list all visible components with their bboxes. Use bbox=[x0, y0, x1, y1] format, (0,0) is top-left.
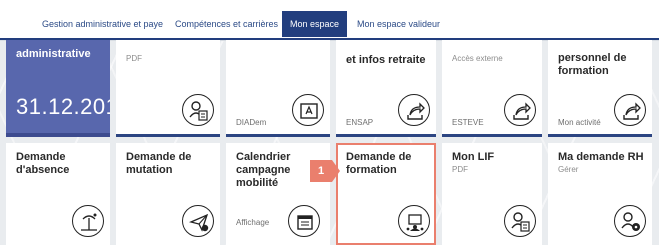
tile-footer: DIADem bbox=[236, 118, 267, 127]
tile-date: 31.12.2016 bbox=[16, 94, 110, 119]
tab-competences-carrieres[interactable]: Compétences et carrières bbox=[167, 11, 286, 37]
paper-plane-icon bbox=[182, 205, 214, 237]
top-navigation: Gestion administrative et paye Compétenc… bbox=[0, 0, 659, 41]
tile-title: personnel de formation bbox=[558, 52, 627, 77]
tile-title: Demande de formation bbox=[346, 151, 412, 176]
tile-subtitle: Gérer bbox=[558, 165, 579, 174]
tile-footer: ESTEVE bbox=[452, 118, 484, 127]
training-icon bbox=[398, 205, 430, 237]
tile-footer: Affichage bbox=[236, 218, 270, 227]
external-share-icon bbox=[504, 94, 536, 126]
tile-demande-formation[interactable]: Demande de formation bbox=[336, 143, 436, 245]
external-share-icon bbox=[614, 94, 646, 126]
tile-title: Demande d'absence bbox=[16, 151, 70, 176]
user-document-icon bbox=[504, 205, 536, 237]
callout-arrow bbox=[332, 160, 340, 182]
tile-subtitle: PDF bbox=[126, 54, 142, 63]
tile-diadem[interactable]: DIADem bbox=[226, 40, 330, 137]
tile-title: et infos retraite bbox=[346, 54, 426, 66]
tile-subtitle: Accès externe bbox=[452, 54, 503, 63]
calendar-icon bbox=[288, 205, 320, 237]
tile-demande-mutation[interactable]: Demande de mutation bbox=[116, 143, 220, 245]
tile-title: Calendrier campagne mobilité bbox=[236, 151, 291, 189]
tile-footer: ENSAP bbox=[346, 118, 374, 127]
tile-title: administrative bbox=[16, 48, 91, 60]
tile-mon-lif[interactable]: Mon LIF PDF bbox=[442, 143, 542, 245]
user-document-icon bbox=[182, 94, 214, 126]
tile-subtitle: PDF bbox=[452, 165, 468, 174]
user-settings-icon bbox=[614, 205, 646, 237]
callout-badge: 1 bbox=[310, 160, 332, 182]
tile-ensap[interactable]: et infos retraite ENSAP bbox=[336, 40, 436, 137]
tile-date-administrative[interactable]: administrative 31.12.2016 bbox=[6, 40, 110, 137]
tab-gestion-administrative[interactable]: Gestion administrative et paye bbox=[34, 11, 171, 37]
tile-footer: Mon activité bbox=[558, 118, 601, 127]
tile-calendrier-mobilite[interactable]: Calendrier campagne mobilité Affichage bbox=[226, 143, 330, 245]
tile-esteve[interactable]: Accès externe ESTEVE bbox=[442, 40, 542, 137]
tile-demande-absence[interactable]: Demande d'absence bbox=[6, 143, 110, 245]
tab-mon-espace[interactable]: Mon espace bbox=[282, 11, 348, 37]
tile-bottom-bar bbox=[6, 133, 110, 137]
id-card-icon bbox=[292, 94, 324, 126]
tile-title: Mon LIF bbox=[452, 151, 495, 163]
tile-title: Ma demande RH bbox=[558, 151, 644, 163]
tile-pdf-document[interactable]: PDF bbox=[116, 40, 220, 137]
tile-title: Demande de mutation bbox=[126, 151, 192, 176]
tab-mon-espace-valideur[interactable]: Mon espace valideur bbox=[349, 11, 448, 37]
tile-ma-demande-rh[interactable]: Ma demande RH Gérer bbox=[548, 143, 652, 245]
tile-mon-activite[interactable]: personnel de formation Mon activité bbox=[548, 40, 652, 137]
vacation-icon bbox=[72, 205, 104, 237]
external-share-icon bbox=[398, 94, 430, 126]
